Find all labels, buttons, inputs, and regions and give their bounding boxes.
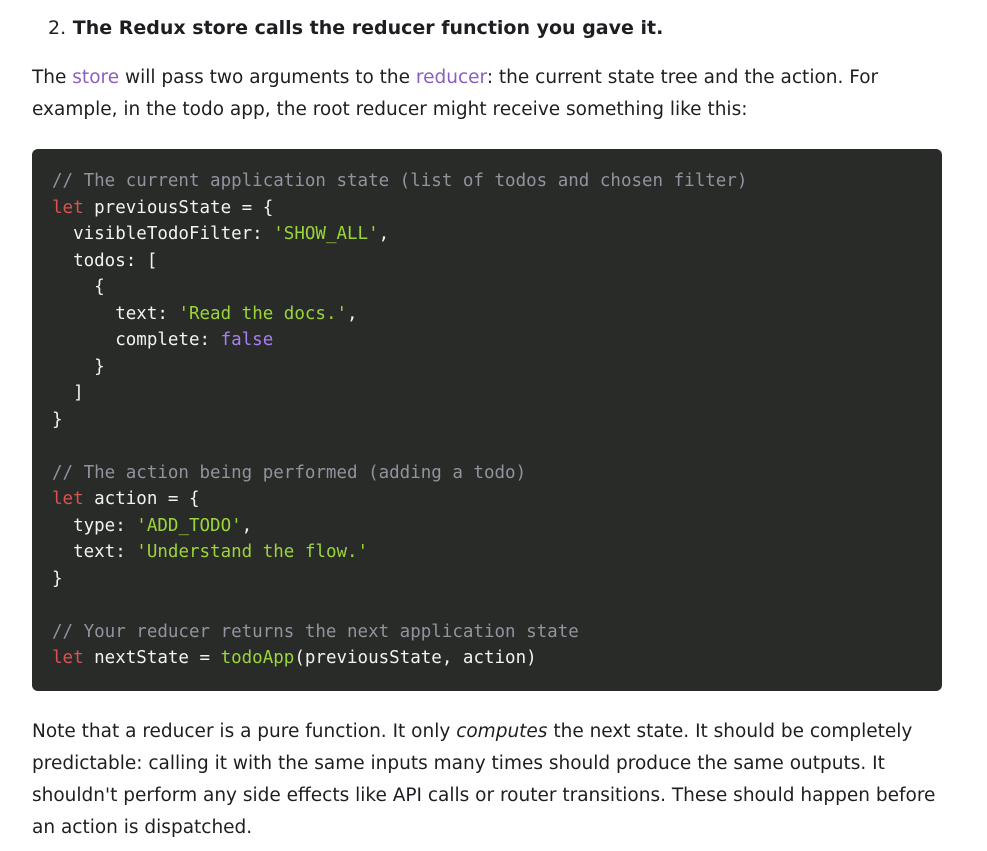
code-line: type: 'ADD_TODO', [52, 513, 922, 540]
code-line: let action = { [52, 486, 922, 513]
code-text: text: [52, 303, 179, 324]
code-line: // The current application state (list o… [52, 168, 922, 195]
code-text: text: [52, 542, 137, 562]
code-text: nextState = [83, 648, 221, 668]
note-emphasis: computes [456, 721, 548, 742]
code-keyword: let [52, 489, 84, 509]
code-text: } [52, 568, 63, 589]
code-line: // Your reducer returns the next applica… [52, 619, 922, 646]
code-line: text: 'Understand the flow.' [52, 539, 922, 566]
code-text: visibleTodoFilter: [52, 224, 274, 244]
code-text: , [378, 224, 390, 244]
code-string: 'Understand the flow.' [136, 542, 369, 562]
code-text: { [52, 277, 105, 297]
code-comment: // The current application state (list o… [52, 171, 748, 191]
code-line: ] [52, 380, 922, 407]
code-text: ] [52, 383, 84, 403]
code-text: action = { [83, 489, 200, 509]
note-paragraph: Note that a reducer is a pure function. … [32, 716, 952, 844]
intro-paragraph: The store will pass two arguments to the… [32, 62, 952, 126]
code-keyword: let [52, 648, 84, 668]
reducer-link[interactable]: reducer [416, 67, 487, 88]
code-comment: // The action being performed (adding a … [52, 462, 527, 483]
step-heading: 2. The Redux store calls the reducer fun… [48, 14, 663, 42]
code-text: , [241, 515, 253, 536]
code-line: let previousState = { [52, 195, 922, 222]
store-link[interactable]: store [72, 67, 119, 88]
code-keyword: let [52, 197, 84, 218]
code-text: } [52, 356, 105, 377]
code-line: visibleTodoFilter: 'SHOW_ALL', [52, 221, 922, 248]
code-line: } [52, 354, 922, 381]
code-block: // The current application state (list o… [32, 149, 942, 691]
code-string: 'SHOW_ALL' [273, 224, 379, 244]
code-string: 'ADD_TODO' [136, 515, 242, 536]
code-line: let nextState = todoApp(previousState, a… [52, 645, 922, 672]
code-text: } [52, 409, 63, 430]
intro-text: The [32, 67, 73, 88]
code-line: todos: [ [52, 248, 922, 275]
code-text: , [347, 303, 358, 324]
code-text: type: [52, 515, 137, 536]
code-string: 'Read the docs.' [178, 303, 348, 324]
intro-text: will pass two arguments to the [119, 67, 416, 88]
code-line: } [52, 566, 922, 593]
code-line: complete: false [52, 327, 922, 354]
code-text: complete: [52, 330, 221, 350]
code-line: { [52, 274, 922, 301]
note-text: Note that a reducer is a pure function. … [32, 721, 457, 742]
code-line: // The action being performed (adding a … [52, 460, 922, 487]
code-boolean: false [220, 330, 274, 350]
code-text: todos: [ [52, 250, 158, 271]
step-title: The Redux store calls the reducer functi… [72, 17, 664, 39]
step-number: 2. [48, 17, 67, 39]
code-function: todoApp [220, 648, 295, 668]
code-line: text: 'Read the docs.', [52, 301, 922, 328]
code-text: previousState = { [83, 197, 274, 218]
code-comment: // Your reducer returns the next applica… [52, 621, 579, 642]
code-text: (previousState, action) [294, 648, 537, 668]
code-line: } [52, 407, 922, 434]
